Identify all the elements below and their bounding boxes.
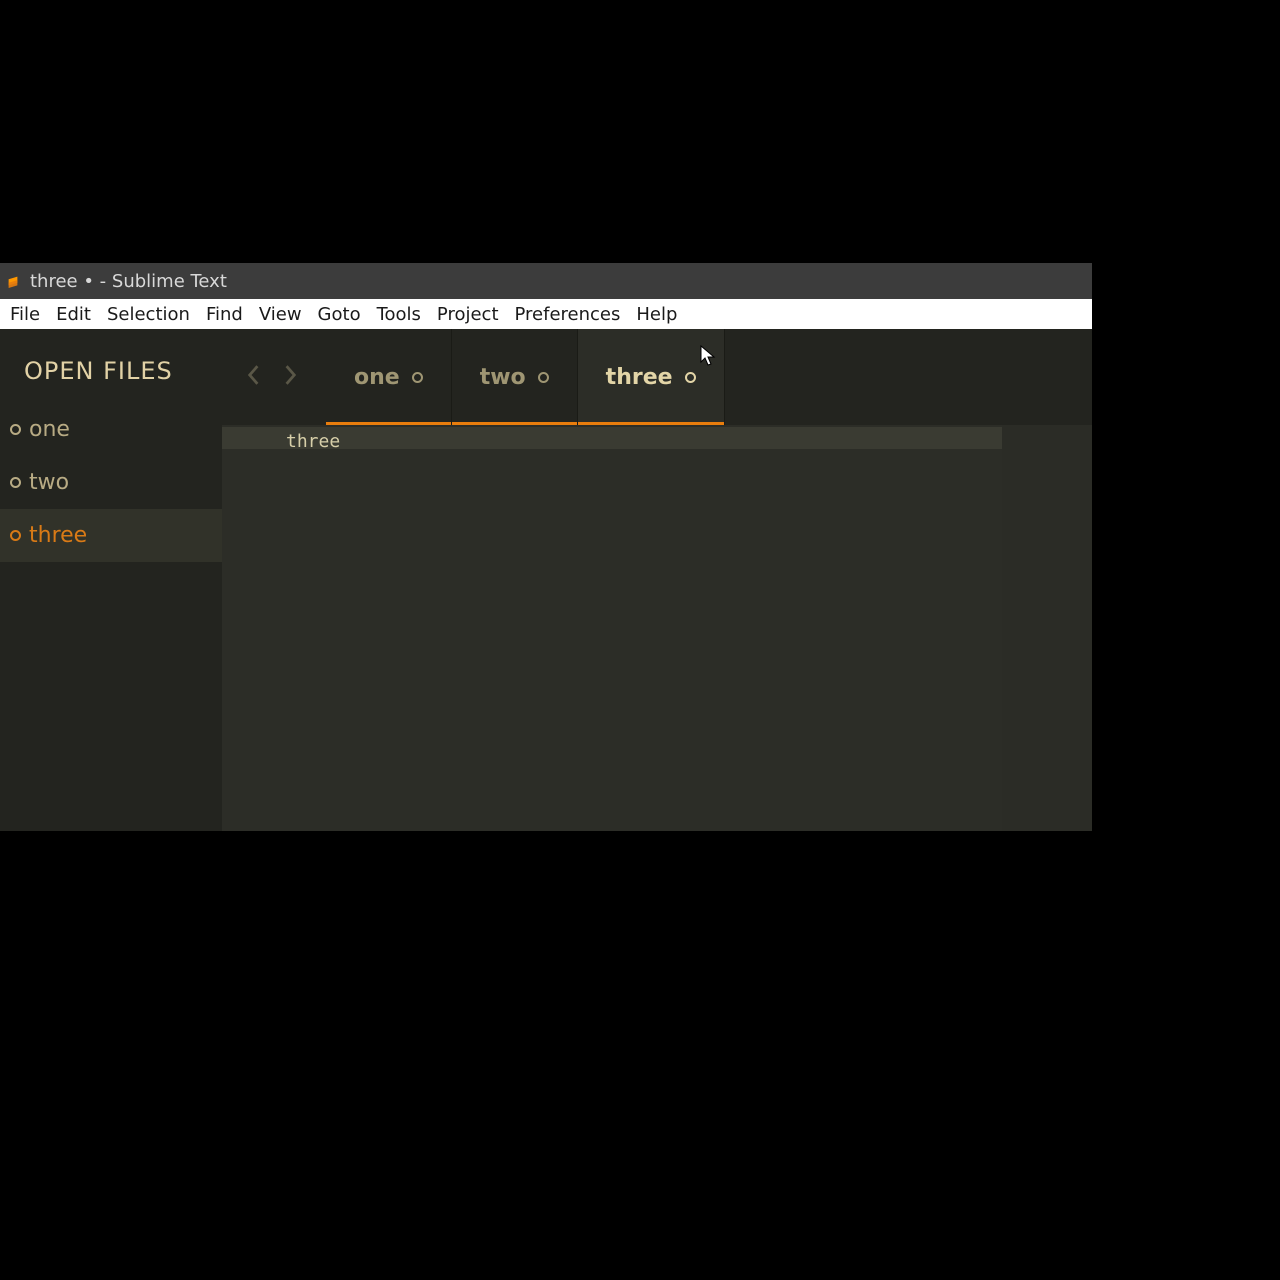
circle-icon — [10, 530, 21, 541]
code-line: three — [286, 431, 1092, 453]
sidebar: OPEN FILES one two three — [0, 329, 222, 831]
window: three • - Sublime Text File Edit Selecti… — [0, 263, 1092, 831]
circle-icon — [412, 372, 423, 383]
tab-label: two — [480, 365, 526, 390]
chevron-left-icon[interactable] — [246, 364, 264, 390]
minimap[interactable] — [1002, 425, 1092, 831]
tab-label: three — [606, 365, 673, 390]
sidebar-open-files-header: OPEN FILES — [0, 347, 222, 403]
circle-icon — [685, 372, 696, 383]
chevron-right-icon[interactable] — [284, 364, 302, 390]
sublime-icon — [6, 274, 20, 288]
open-file-label: two — [29, 470, 69, 495]
menu-edit[interactable]: Edit — [48, 300, 99, 329]
menu-preferences[interactable]: Preferences — [507, 300, 629, 329]
tab-two[interactable]: two — [452, 329, 578, 425]
open-file-two[interactable]: two — [0, 456, 222, 509]
menu-help[interactable]: Help — [628, 300, 685, 329]
open-file-one[interactable]: one — [0, 403, 222, 456]
open-file-three[interactable]: three — [0, 509, 222, 562]
menu-tools[interactable]: Tools — [369, 300, 429, 329]
open-file-label: one — [29, 417, 70, 442]
tab-one[interactable]: one — [326, 329, 452, 425]
window-title: three • - Sublime Text — [30, 271, 227, 292]
editor[interactable]: 1 three — [222, 425, 1092, 831]
tab-label: one — [354, 365, 400, 390]
tab-strip: one two three — [222, 329, 1092, 425]
menu-selection[interactable]: Selection — [99, 300, 198, 329]
menu-find[interactable]: Find — [198, 300, 251, 329]
circle-icon — [538, 372, 549, 383]
tab-three[interactable]: three — [578, 329, 725, 425]
menubar: File Edit Selection Find View Goto Tools… — [0, 299, 1092, 329]
titlebar[interactable]: three • - Sublime Text — [0, 263, 1092, 299]
menu-project[interactable]: Project — [429, 300, 507, 329]
menu-file[interactable]: File — [2, 300, 48, 329]
code-area[interactable]: three — [268, 425, 1092, 831]
menu-view[interactable]: View — [251, 300, 310, 329]
circle-icon — [10, 477, 21, 488]
editor-column: one two three — [222, 329, 1092, 831]
open-file-label: three — [29, 523, 87, 548]
gutter: 1 — [222, 425, 268, 831]
menu-goto[interactable]: Goto — [310, 300, 369, 329]
circle-icon — [10, 424, 21, 435]
